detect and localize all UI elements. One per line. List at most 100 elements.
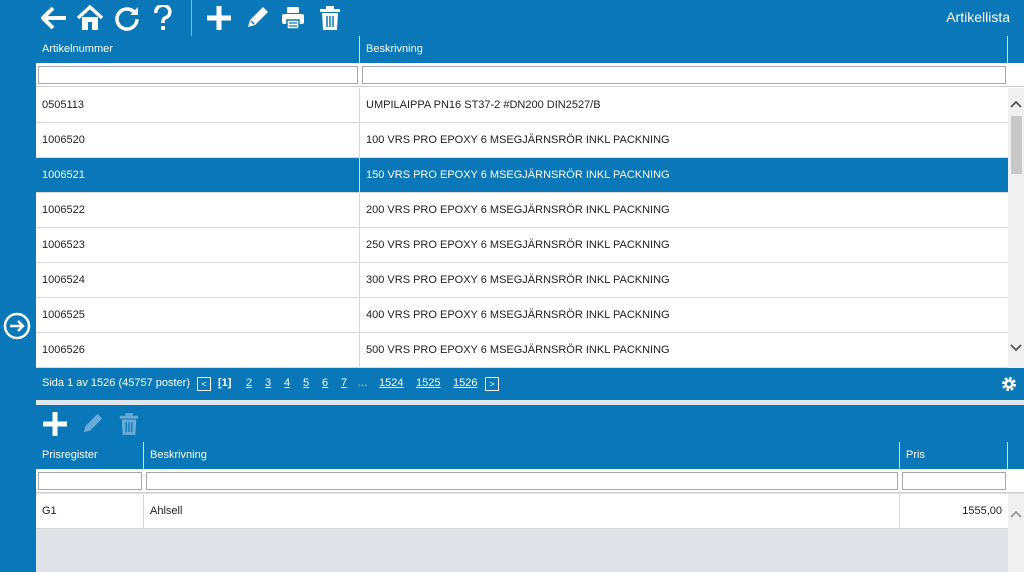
filter-artikelnummer-input[interactable]	[38, 66, 358, 84]
pager-page-link[interactable]: 1526	[453, 377, 477, 389]
table-row[interactable]: 1006525 400 VRS PRO EPOXY 6 MSEGJÄRNSRÖR …	[36, 298, 1008, 333]
cell-beskrivning: 150 VRS PRO EPOXY 6 MSEGJÄRNSRÖR INKL PA…	[366, 169, 670, 181]
grid-settings-button[interactable]	[1000, 375, 1018, 393]
pager-page-link[interactable]: 4	[284, 377, 290, 389]
edit-icon	[83, 413, 103, 433]
delete-price-button[interactable]	[115, 410, 143, 438]
chevron-left-icon: <	[201, 379, 207, 389]
cell-beskrivning: 100 VRS PRO EPOXY 6 MSEGJÄRNSRÖR INKL PA…	[366, 134, 670, 146]
page-title: Artikellista	[946, 9, 1010, 25]
print-icon	[282, 7, 304, 30]
pager-page-link[interactable]: 2	[246, 377, 252, 389]
article-rows: 0505113 UMPILAIPPA PN16 ST37-2 #DN200 DIN…	[36, 88, 1008, 368]
toolbar-separator	[191, 0, 192, 36]
cell-beskrivning: 200 VRS PRO EPOXY 6 MSEGJÄRNSRÖR INKL PA…	[366, 204, 670, 216]
price-grid: Prisregister Beskrivning Pris G1 Ahlsell…	[36, 442, 1024, 572]
table-row[interactable]: 1006526 500 VRS PRO EPOXY 6 MSEGJÄRNSRÖR …	[36, 333, 1008, 368]
print-button[interactable]	[278, 3, 308, 33]
cell-artikelnummer: 1006522	[36, 193, 360, 228]
cell-artikelnummer: 1006524	[36, 263, 360, 298]
price-toolbar	[36, 405, 1024, 442]
filter-beskrivning-input[interactable]	[362, 66, 1006, 84]
column-header-pris[interactable]: Pris	[900, 442, 1008, 469]
filter-pris-input[interactable]	[902, 472, 1006, 490]
home-icon	[76, 5, 104, 30]
main-toolbar: Artikellista	[0, 0, 1024, 36]
scroll-up-button[interactable]	[1008, 506, 1024, 522]
delete-icon	[320, 6, 340, 30]
cell-artikelnummer: 1006520	[36, 123, 360, 158]
table-row[interactable]: 0505113 UMPILAIPPA PN16 ST37-2 #DN200 DIN…	[36, 88, 1008, 123]
pager-prev-button[interactable]: <	[197, 377, 211, 391]
cell-beskrivning: UMPILAIPPA PN16 ST37-2 #DN200 DIN2527/B	[366, 99, 601, 111]
cell-artikelnummer: 1006521	[36, 158, 360, 193]
cell-beskrivning: 250 VRS PRO EPOXY 6 MSEGJÄRNSRÖR INKL PA…	[366, 239, 670, 251]
home-button[interactable]	[75, 3, 105, 33]
table-row[interactable]: 1006520 100 VRS PRO EPOXY 6 MSEGJÄRNSRÖR …	[36, 123, 1008, 158]
pager-page-link[interactable]: 5	[303, 377, 309, 389]
table-row[interactable]: 1006524 300 VRS PRO EPOXY 6 MSEGJÄRNSRÖR …	[36, 263, 1008, 298]
delete-icon	[119, 413, 139, 435]
gear-icon	[1002, 377, 1016, 391]
cell-pris: 1555,00	[962, 505, 1002, 517]
header-spacer	[1008, 36, 1024, 63]
back-icon	[41, 6, 66, 30]
filter-prisregister-input[interactable]	[38, 472, 142, 490]
pager-current-page: [1]	[218, 377, 232, 389]
pager-page-link[interactable]: 3	[265, 377, 271, 389]
arrow-right-circle-icon	[3, 312, 31, 340]
table-row[interactable]: 1006522 200 VRS PRO EPOXY 6 MSEGJÄRNSRÖR …	[36, 193, 1008, 228]
cell-beskrivning: Ahlsell	[144, 494, 900, 529]
chevron-right-icon: >	[489, 379, 495, 389]
pager-ellipsis: ...	[358, 377, 368, 389]
pager-page-link[interactable]: 7	[341, 377, 347, 389]
table-row-selected[interactable]: 1006521 150 VRS PRO EPOXY 6 MSEGJÄRNSRÖR …	[36, 158, 1008, 193]
chevron-down-icon	[1010, 344, 1022, 352]
cell-prisregister: G1	[36, 494, 144, 529]
back-button[interactable]	[39, 3, 69, 33]
table-row[interactable]: G1 Ahlsell 1555,00	[36, 494, 1008, 529]
cell-beskrivning: 500 VRS PRO EPOXY 6 MSEGJÄRNSRÖR INKL PA…	[366, 344, 670, 356]
edit-icon	[248, 7, 268, 27]
cell-beskrivning: 400 VRS PRO EPOXY 6 MSEGJÄRNSRÖR INKL PA…	[366, 309, 670, 321]
add-price-button[interactable]	[41, 410, 69, 438]
filter-row	[36, 469, 1024, 493]
scroll-up-button[interactable]	[1008, 96, 1024, 112]
edit-price-button[interactable]	[78, 410, 106, 438]
help-icon	[154, 5, 172, 30]
expand-panel-button[interactable]	[3, 312, 31, 340]
help-button[interactable]	[148, 3, 178, 33]
pager-next-button[interactable]: >	[485, 377, 499, 391]
edit-button[interactable]	[242, 3, 272, 33]
scrollbar-thumb[interactable]	[1011, 116, 1022, 174]
header-spacer	[1008, 442, 1024, 469]
cell-artikelnummer: 1006526	[36, 333, 360, 368]
add-button[interactable]	[204, 3, 234, 33]
refresh-button[interactable]	[112, 3, 142, 33]
table-row[interactable]: 1006523 250 VRS PRO EPOXY 6 MSEGJÄRNSRÖR …	[36, 228, 1008, 263]
pager-page-link[interactable]: 6	[322, 377, 328, 389]
filter-row	[36, 63, 1024, 87]
pager-page-link[interactable]: 1525	[416, 377, 440, 389]
pager-page-link[interactable]: 1524	[379, 377, 403, 389]
cell-artikelnummer: 0505113	[36, 88, 360, 123]
scroll-down-button[interactable]	[1008, 340, 1024, 356]
refresh-icon	[115, 7, 139, 31]
column-header-beskrivning[interactable]: Beskrivning	[144, 442, 900, 469]
cell-beskrivning: 300 VRS PRO EPOXY 6 MSEGJÄRNSRÖR INKL PA…	[366, 274, 670, 286]
article-grid: Artikelnummer Beskrivning 0505113 UMPILAI…	[36, 36, 1024, 368]
column-header-prisregister[interactable]: Prisregister	[36, 442, 144, 469]
filter-beskrivning-input[interactable]	[146, 472, 898, 490]
column-header-beskrivning[interactable]: Beskrivning	[360, 36, 1008, 63]
left-sidebar	[0, 36, 36, 572]
delete-button[interactable]	[315, 3, 345, 33]
pager-info: Sida 1 av 1526 (45757 poster)	[42, 377, 190, 389]
vertical-scrollbar[interactable]	[1008, 88, 1024, 368]
pager: Sida 1 av 1526 (45757 poster) < [1] 2 3 …	[36, 368, 1024, 400]
vertical-scrollbar[interactable]	[1008, 494, 1024, 572]
cell-artikelnummer: 1006525	[36, 298, 360, 333]
add-icon	[43, 412, 67, 436]
cell-artikelnummer: 1006523	[36, 228, 360, 263]
add-icon	[207, 6, 231, 30]
column-header-artikelnummer[interactable]: Artikelnummer	[36, 36, 360, 63]
